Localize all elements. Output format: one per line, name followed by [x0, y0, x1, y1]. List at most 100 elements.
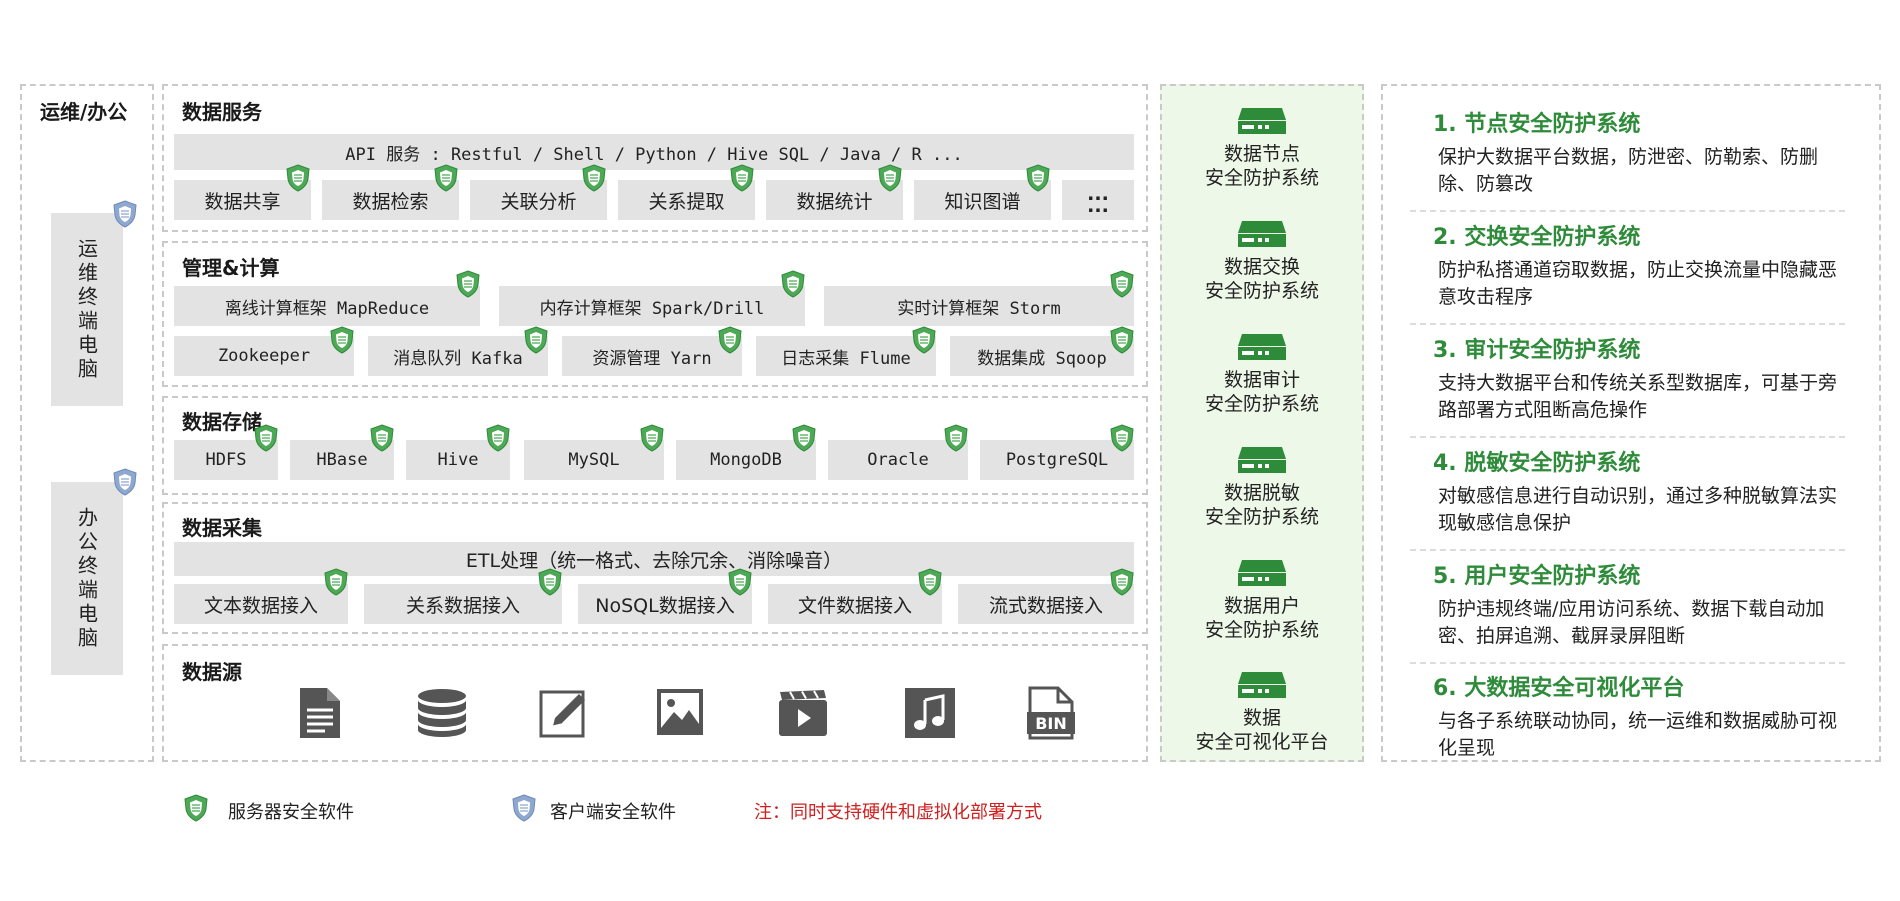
- security-item-line1: 数据交换: [1223, 256, 1300, 278]
- description-separator: [1410, 436, 1845, 438]
- server-shield-icon: [486, 424, 510, 452]
- description-text: 防护违规终端/应用访问系统、数据下载自动加密、拍屏追溯、截屏录屏阻断: [1438, 598, 1825, 647]
- compute-item: 消息队列 Kafka: [368, 336, 548, 376]
- security-item-line2: 安全防护系统: [1204, 506, 1319, 528]
- description-separator: [1410, 549, 1845, 551]
- edit-icon: [539, 690, 585, 738]
- server-shield-icon: [944, 424, 968, 452]
- more-dots: ...: [1087, 195, 1109, 217]
- security-item-line2: 安全防护系统: [1204, 393, 1319, 415]
- server-shield-icon: [1110, 270, 1134, 298]
- security-item-line1: 数据脱敏: [1223, 482, 1300, 504]
- data-service-title: 数据服务: [182, 100, 262, 124]
- database-icon: [418, 689, 466, 737]
- document-icon: [300, 688, 340, 738]
- description-title: 1. 节点安全防护系统: [1433, 112, 1641, 137]
- security-item-label: 数据用户 安全防护系统: [1170, 594, 1354, 642]
- compute-title: 管理&计算: [182, 256, 280, 280]
- api-service-bar: API 服务 : Restful / Shell / Python / Hive…: [174, 134, 1134, 170]
- client-shield-icon: [113, 200, 137, 228]
- server-shield-icon: [792, 424, 816, 452]
- description-title: 5. 用户安全防护系统: [1433, 564, 1641, 589]
- description-title: 3. 审计安全防护系统: [1433, 338, 1641, 363]
- server-shield-icon: [781, 270, 805, 298]
- server-shield-icon: [1110, 326, 1134, 354]
- storage-title: 数据存储: [182, 410, 262, 434]
- server-shield-icon: [286, 164, 310, 192]
- description-separator: [1410, 210, 1845, 212]
- collect-item: 文本数据接入: [174, 584, 348, 624]
- description-text: 支持大数据平台和传统关系型数据库，可基于旁路部署方式阻断高危操作: [1438, 372, 1838, 421]
- security-item-line1: 数据用户: [1223, 595, 1300, 617]
- compute-item: 资源管理 Yarn: [562, 336, 742, 376]
- server-shield-icon: [330, 326, 354, 354]
- description-title: 2. 交换安全防护系统: [1433, 225, 1641, 250]
- description-title: 6. 大数据安全可视化平台: [1433, 676, 1685, 701]
- security-item-label: 数据交换 安全防护系统: [1170, 255, 1354, 303]
- legend-server-label: 服务器安全软件: [228, 802, 354, 823]
- server-shield-icon: [1110, 568, 1134, 596]
- security-item-line2: 安全防护系统: [1204, 619, 1319, 641]
- legend-client-label: 客户端安全软件: [550, 802, 676, 823]
- service-more: ... ...: [1062, 180, 1134, 220]
- compute-item: 实时计算框架 Storm: [824, 286, 1134, 326]
- bin-file-icon: BIN: [1027, 686, 1075, 740]
- security-item-line2: 安全可视化平台: [1195, 731, 1329, 753]
- source-title: 数据源: [182, 660, 242, 684]
- compute-item: 数据集成 Sqoop: [950, 336, 1134, 376]
- server-shield-icon: [1026, 164, 1050, 192]
- server-shield-icon: [912, 326, 936, 354]
- compute-item: 离线计算框架 MapReduce: [174, 286, 480, 326]
- video-icon: [779, 690, 827, 736]
- office-terminal-label: 办公终端电脑: [74, 506, 99, 651]
- server-shield-icon: [582, 164, 606, 192]
- server-appliance-icon: [1238, 447, 1286, 473]
- office-terminal-box: 办公终端电脑: [51, 482, 123, 675]
- compute-item: 内存计算框架 Spark/Drill: [499, 286, 805, 326]
- server-appliance-icon: [1238, 108, 1286, 134]
- client-shield-legend-icon: [512, 794, 536, 822]
- server-shield-icon: [728, 568, 752, 596]
- left-panel-title: 运维/办公: [40, 100, 128, 124]
- server-shield-icon: [434, 164, 458, 192]
- collect-item: 流式数据接入: [958, 584, 1134, 624]
- description-separator: [1410, 662, 1845, 664]
- description-text: 保护大数据平台数据，防泄密、防勒索、防删除、防篡改: [1438, 146, 1819, 195]
- server-appliance-icon: [1238, 672, 1286, 698]
- security-item-line1: 数据审计: [1223, 369, 1300, 391]
- compute-item: 日志采集 Flume: [756, 336, 936, 376]
- collect-item: 文件数据接入: [768, 584, 942, 624]
- server-shield-legend-icon: [184, 794, 208, 822]
- security-item-label: 数据 安全可视化平台: [1170, 706, 1354, 754]
- server-shield-icon: [524, 326, 548, 354]
- security-item-line1: 数据节点: [1223, 143, 1300, 165]
- server-appliance-icon: [1238, 221, 1286, 247]
- server-shield-icon: [254, 424, 278, 452]
- security-item-label: 数据审计 安全防护系统: [1170, 368, 1354, 416]
- security-item-label: 数据节点 安全防护系统: [1170, 142, 1354, 190]
- image-icon: [657, 689, 703, 735]
- security-item-line2: 安全防护系统: [1204, 280, 1319, 302]
- collect-item: 关系数据接入: [364, 584, 562, 624]
- description-separator: [1410, 323, 1845, 325]
- server-shield-icon: [640, 424, 664, 452]
- security-item-line2: 安全防护系统: [1204, 167, 1319, 189]
- server-shield-icon: [918, 568, 942, 596]
- server-shield-icon: [324, 568, 348, 596]
- server-shield-icon: [456, 270, 480, 298]
- security-item-label: 数据脱敏 安全防护系统: [1170, 481, 1354, 529]
- server-shield-icon: [878, 164, 902, 192]
- deployment-note: 注：同时支持硬件和虚拟化部署方式: [754, 802, 1042, 823]
- server-shield-icon: [370, 424, 394, 452]
- ops-terminal-label: 运维终端电脑: [74, 237, 99, 382]
- server-appliance-icon: [1238, 560, 1286, 586]
- server-shield-icon: [718, 326, 742, 354]
- svg-text:BIN: BIN: [1035, 714, 1067, 733]
- description-text: 对敏感信息进行自动识别，通过多种脱敏算法实现敏感信息保护: [1438, 485, 1838, 534]
- description-title: 4. 脱敏安全防护系统: [1433, 451, 1641, 476]
- server-shield-icon: [730, 164, 754, 192]
- security-item-line1: 数据: [1242, 707, 1281, 729]
- collection-title: 数据采集: [182, 516, 262, 540]
- ops-terminal-box: 运维终端电脑: [51, 213, 123, 406]
- server-shield-icon: [538, 568, 562, 596]
